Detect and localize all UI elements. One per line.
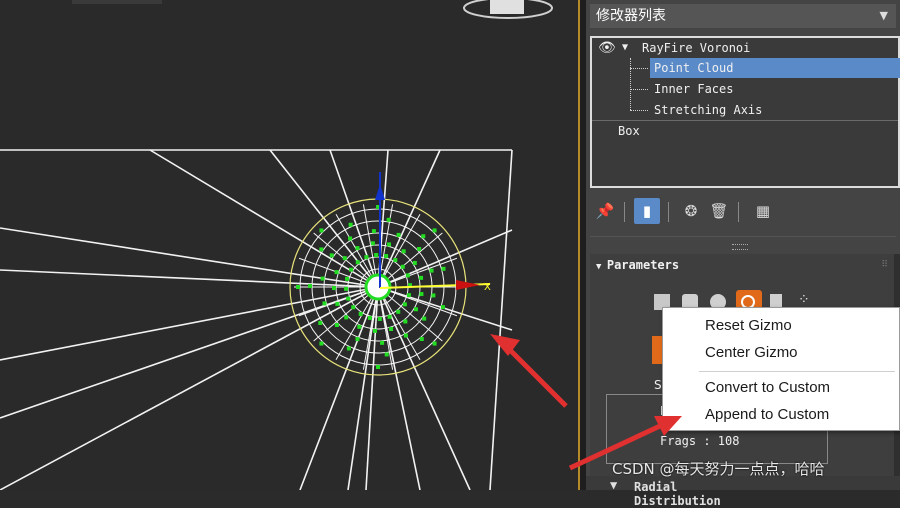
menu-item-center-gizmo[interactable]: Center Gizmo <box>705 344 798 361</box>
toolbar-divider <box>738 202 739 222</box>
menu-item-convert-to-custom[interactable]: Convert to Custom <box>705 379 830 396</box>
stack-item-stretching-axis[interactable]: Stretching Axis <box>654 100 762 120</box>
red-arrow-icon <box>490 334 568 408</box>
modifier-stack: 👁 ▼ RayFire Voronoi Point Cloud Inner Fa… <box>590 36 900 188</box>
rollout-title-label: Parameters <box>606 258 680 272</box>
viewport-canvas[interactable]: X <box>0 0 578 490</box>
tree-connector <box>630 89 648 90</box>
rollout-title-label: Radial Distribution <box>634 480 721 508</box>
configure-sets-icon[interactable]: ▦ <box>750 198 776 224</box>
viewport[interactable]: X <box>0 0 578 490</box>
pin-icon[interactable]: 📌 <box>592 198 618 224</box>
svg-text:X: X <box>484 282 491 293</box>
modifier-list-dropdown[interactable]: 修改器列表 ▼ <box>590 4 896 28</box>
toolbar-divider <box>668 202 669 222</box>
menu-item-append-to-custom[interactable]: Append to Custom <box>705 406 829 423</box>
chevron-down-icon[interactable]: ▼ <box>880 4 888 28</box>
stack-item-box[interactable]: Box <box>618 121 640 141</box>
stack-item-rayfire-voronoi[interactable]: RayFire Voronoi <box>642 38 750 58</box>
toolbar-divider <box>624 202 625 222</box>
modifier-list-label: 修改器列表 <box>596 8 666 24</box>
separator-line <box>590 236 896 237</box>
points-shape-icon[interactable]: ⁘ <box>798 292 810 308</box>
side-letter: S <box>654 378 662 392</box>
make-unique-icon[interactable]: ❂ <box>678 198 704 224</box>
expand-triangle-icon[interactable]: ▼ <box>622 38 628 58</box>
stack-toolbar: 📌 ▮ ❂ 🗑 ▦ <box>590 198 896 226</box>
eye-icon[interactable]: 👁 <box>598 38 616 58</box>
remove-modifier-icon[interactable]: 🗑 <box>706 198 732 224</box>
menu-separator <box>699 371 895 372</box>
menu-item-reset-gizmo[interactable]: Reset Gizmo <box>705 317 792 334</box>
rollout-title[interactable]: ▼ Parameters <box>596 258 679 272</box>
stack-item-point-cloud[interactable]: Point Cloud <box>650 58 900 78</box>
stack-item-inner-faces[interactable]: Inner Faces <box>654 79 733 99</box>
rollout-grip-icon[interactable]: ⠿ <box>881 260 888 270</box>
tree-connector <box>630 58 631 110</box>
viewcube <box>490 0 524 14</box>
watermark: CSDN @每天努力一点点，哈哈 <box>612 460 825 478</box>
point-cloud-gizmo <box>289 198 467 376</box>
collapse-triangle-icon[interactable]: ▼ <box>596 262 607 272</box>
show-end-result-icon[interactable]: ▮ <box>634 198 660 224</box>
tree-connector <box>630 110 648 111</box>
tree-connector <box>630 68 648 69</box>
panel-grip[interactable] <box>732 244 748 250</box>
